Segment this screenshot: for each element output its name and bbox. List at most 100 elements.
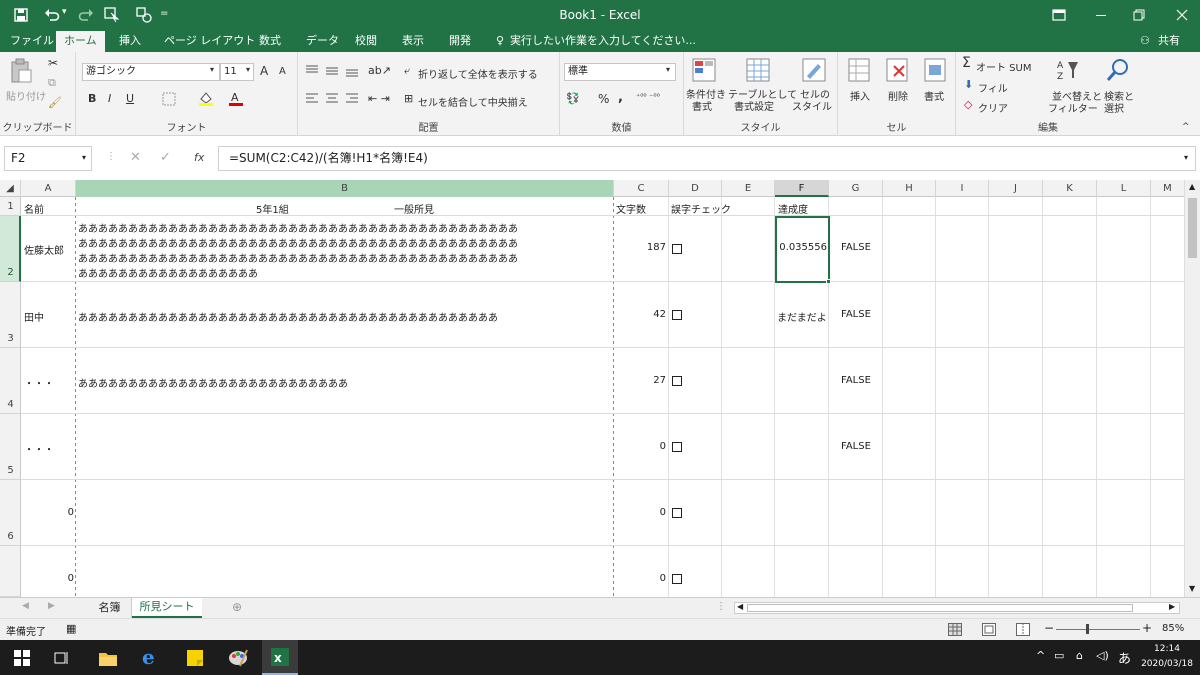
- scroll-thumb[interactable]: [1188, 198, 1197, 258]
- italic-button[interactable]: I: [108, 92, 111, 105]
- expand-formula-icon[interactable]: ▾: [1184, 153, 1188, 162]
- col-header-k[interactable]: K: [1043, 180, 1097, 197]
- zoom-slider-thumb[interactable]: [1086, 624, 1089, 634]
- windows-start-icon[interactable]: [14, 650, 30, 666]
- prev-sheet-icon[interactable]: ◀: [22, 601, 29, 611]
- tab-file[interactable]: ファイル: [10, 31, 54, 52]
- vertical-scrollbar[interactable]: ▲ ▼: [1184, 180, 1200, 597]
- cell-c6[interactable]: 0: [616, 507, 666, 518]
- find-select-icon[interactable]: [1106, 58, 1130, 82]
- file-explorer-icon[interactable]: [98, 649, 118, 667]
- row-header-1[interactable]: 1: [0, 197, 21, 216]
- row-header-4[interactable]: 4: [0, 348, 21, 414]
- close-button[interactable]: [1176, 9, 1188, 21]
- col-header-i[interactable]: I: [936, 180, 989, 197]
- checkbox-d5[interactable]: [672, 442, 682, 452]
- show-hidden-icons[interactable]: ^: [1036, 649, 1045, 662]
- cell-c7[interactable]: 0: [616, 573, 666, 584]
- sheet-tab-shoken[interactable]: 所見シート: [132, 598, 202, 618]
- row-header-2[interactable]: 2: [0, 216, 21, 282]
- indent-icons[interactable]: ⇤ ⇥: [368, 92, 390, 105]
- row-header-6[interactable]: 6: [0, 480, 21, 546]
- horizontal-scrollbar[interactable]: ◀ ▶: [734, 602, 1180, 614]
- internet-explorer-icon[interactable]: e: [142, 645, 155, 669]
- cut-icon[interactable]: ✂: [48, 56, 58, 70]
- borders-icon[interactable]: [162, 92, 176, 106]
- sheet-grid[interactable]: 1 2 3 4 5 6 名前 5年1組 一般所見 文字数 誤字チェック 達成度 …: [0, 197, 1184, 597]
- format-as-table-icon[interactable]: [746, 58, 770, 82]
- header-achievement[interactable]: 達成度: [778, 201, 808, 216]
- cell-b2-line4[interactable]: ああああああああああああああああああ: [78, 265, 612, 280]
- horizontal-align-icons[interactable]: [304, 92, 360, 106]
- tab-developer[interactable]: 開発: [449, 31, 471, 52]
- format-painter-icon[interactable]: 🖌: [48, 96, 62, 109]
- delete-cells-button[interactable]: 削除: [888, 88, 908, 103]
- excel-taskbar-button[interactable]: x: [262, 640, 298, 675]
- col-header-e[interactable]: E: [722, 180, 775, 197]
- fill-handle[interactable]: [826, 279, 831, 284]
- insert-function-button[interactable]: fx: [194, 151, 204, 164]
- tab-formulas[interactable]: 数式: [259, 31, 281, 52]
- currency-icon[interactable]: 💱: [566, 92, 580, 105]
- header-class[interactable]: 5年1組: [256, 201, 289, 216]
- macro-record-icon[interactable]: ▦: [66, 622, 76, 635]
- cell-a3[interactable]: 田中: [24, 309, 44, 324]
- checkbox-d4[interactable]: [672, 376, 682, 386]
- cancel-icon[interactable]: ✕: [130, 150, 141, 165]
- task-view-icon[interactable]: [54, 650, 70, 666]
- clock-time[interactable]: 12:14: [1144, 644, 1190, 654]
- col-header-d[interactable]: D: [669, 180, 722, 197]
- tab-split-icon[interactable]: ⋮: [716, 601, 726, 612]
- volume-icon[interactable]: ◁): [1096, 649, 1109, 662]
- page-layout-view-icon[interactable]: [982, 623, 996, 636]
- scroll-left-icon[interactable]: ◀: [737, 602, 743, 611]
- cell-c3[interactable]: 42: [616, 309, 666, 320]
- collapse-ribbon-icon[interactable]: ^: [1182, 122, 1190, 132]
- insert-cells-icon[interactable]: [848, 58, 870, 82]
- row-header-5[interactable]: 5: [0, 414, 21, 480]
- delete-cells-icon[interactable]: [886, 58, 908, 82]
- cell-a5[interactable]: ・・・: [24, 441, 54, 456]
- formula-input[interactable]: =SUM(C2:C42)/(名簿!H1*名簿!E4): [218, 146, 1196, 171]
- sheet-tab-meibo[interactable]: 名簿: [88, 598, 132, 618]
- cell-a7[interactable]: 0: [22, 573, 74, 584]
- clear-button[interactable]: クリア: [978, 100, 1008, 115]
- wrap-text-button[interactable]: 折り返して全体を表示する: [418, 66, 538, 81]
- shrink-font-button[interactable]: A: [279, 66, 286, 77]
- bold-button[interactable]: B: [88, 92, 96, 105]
- cell-c5[interactable]: 0: [616, 441, 666, 452]
- checkbox-d6[interactable]: [672, 508, 682, 518]
- h-scroll-thumb[interactable]: [747, 604, 1133, 612]
- cell-b3[interactable]: ああああああああああああああああああああああああああああああああああああああああ…: [78, 309, 612, 324]
- fill-color-icon[interactable]: [198, 90, 214, 106]
- cell-f2[interactable]: 0.035556: [779, 242, 827, 253]
- select-all-corner[interactable]: ◢: [0, 180, 21, 197]
- paste-icon[interactable]: [10, 58, 32, 84]
- sort-filter-icon[interactable]: AZ: [1056, 58, 1080, 82]
- col-header-f[interactable]: F: [775, 180, 829, 197]
- cell-a4[interactable]: ・・・: [24, 375, 54, 390]
- tell-me-box[interactable]: 実行したい作業を入力してください...: [510, 31, 696, 52]
- zoom-level[interactable]: 85%: [1162, 623, 1184, 634]
- normal-view-icon[interactable]: [948, 623, 962, 636]
- zoom-slider[interactable]: [1056, 629, 1140, 630]
- col-header-b[interactable]: B: [76, 180, 614, 197]
- col-header-j[interactable]: J: [989, 180, 1043, 197]
- font-name-select[interactable]: 游ゴシック: [82, 63, 220, 81]
- cell-c4[interactable]: 27: [616, 375, 666, 386]
- format-cells-button[interactable]: 書式: [924, 88, 944, 103]
- fill-button[interactable]: フィル: [978, 80, 1008, 95]
- number-format-dropdown-icon[interactable]: ▾: [666, 65, 670, 74]
- cell-b4[interactable]: あああああああああああああああああああああああああああ: [78, 375, 612, 390]
- font-name-dropdown-icon[interactable]: ▾: [210, 65, 214, 74]
- cell-a2[interactable]: 佐藤太郎: [24, 242, 64, 257]
- tab-home[interactable]: ホーム: [56, 31, 105, 52]
- cell-g4[interactable]: FALSE: [841, 375, 871, 386]
- format-cells-icon[interactable]: [924, 58, 946, 82]
- grow-font-button[interactable]: A: [260, 64, 268, 78]
- name-box[interactable]: F2: [4, 146, 92, 171]
- header-typo-check[interactable]: 誤字チェック: [671, 201, 731, 216]
- col-header-g[interactable]: G: [829, 180, 883, 197]
- zoom-in-button[interactable]: +: [1142, 621, 1152, 635]
- paste-button[interactable]: 貼り付け: [6, 88, 46, 103]
